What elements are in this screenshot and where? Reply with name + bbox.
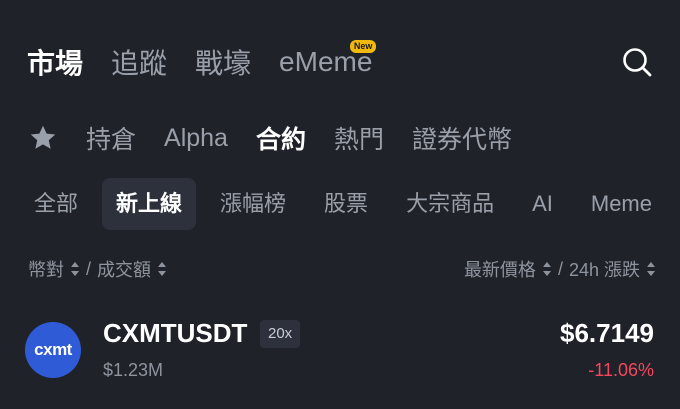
chip-meme[interactable]: Meme — [577, 178, 656, 230]
column-price-label[interactable]: 最新價格 — [464, 256, 536, 282]
tab-trenches[interactable]: 戰壕 — [195, 42, 251, 82]
sub-tab-hot[interactable]: 熱門 — [334, 120, 384, 156]
category-chips: 全部 新上線 漲幅榜 股票 大宗商品 AI Meme — [20, 176, 656, 232]
column-pair-label[interactable]: 幣對 — [28, 256, 64, 282]
tab-market[interactable]: 市場 — [27, 42, 83, 82]
volume-value: $1.23M — [103, 360, 164, 380]
sort-icon[interactable] — [542, 261, 552, 277]
column-header-left: 幣對 / 成交額 — [28, 256, 167, 282]
change-percent: -11.06% — [588, 360, 654, 380]
search-icon[interactable] — [620, 45, 654, 79]
chip-new-listing[interactable]: 新上線 — [102, 178, 197, 230]
cxmt-logo-icon: cxmt — [25, 322, 81, 378]
column-change-label[interactable]: 24h 漲跌 — [569, 256, 640, 282]
tab-ememe[interactable]: eMeme New — [279, 40, 377, 78]
sub-tab-holdings[interactable]: 持倉 — [86, 120, 136, 156]
sort-icon[interactable] — [70, 261, 80, 277]
sort-icon[interactable] — [157, 261, 167, 277]
market-screen: 市場 追蹤 戰壕 eMeme New 持倉 Alpha 合約 熱門 證券代幣 全… — [0, 0, 680, 409]
sub-tab-futures[interactable]: 合約 — [256, 120, 306, 156]
sub-tab-alpha[interactable]: Alpha — [164, 124, 228, 153]
new-badge: New — [349, 40, 377, 53]
column-header-right: 最新價格 / 24h 漲跌 — [464, 256, 656, 282]
column-separator: / — [557, 258, 563, 279]
column-volume-label[interactable]: 成交額 — [97, 256, 151, 282]
tab-follow[interactable]: 追蹤 — [111, 42, 167, 82]
chip-commodities[interactable]: 大宗商品 — [392, 178, 508, 230]
chip-all[interactable]: 全部 — [20, 178, 92, 230]
market-row[interactable]: cxmt CXMTUSDT 20x $1.23M $6.7149 -11.06% — [0, 308, 680, 398]
leverage-badge: 20x — [260, 320, 301, 348]
sub-tab-bar: 持倉 Alpha 合約 熱門 證券代幣 — [28, 118, 512, 158]
sub-tab-security-tokens[interactable]: 證券代幣 — [412, 120, 512, 156]
sort-icon[interactable] — [646, 261, 656, 277]
pair-name: CXMTUSDT — [103, 318, 248, 348]
chip-stocks[interactable]: 股票 — [310, 178, 382, 230]
last-price: $6.7149 — [560, 318, 654, 348]
column-separator: / — [86, 258, 92, 279]
top-tab-bar: 市場 追蹤 戰壕 eMeme New — [27, 40, 377, 84]
star-icon[interactable] — [28, 123, 58, 153]
chip-ai[interactable]: AI — [518, 178, 567, 230]
chip-gainers[interactable]: 漲幅榜 — [206, 178, 300, 230]
